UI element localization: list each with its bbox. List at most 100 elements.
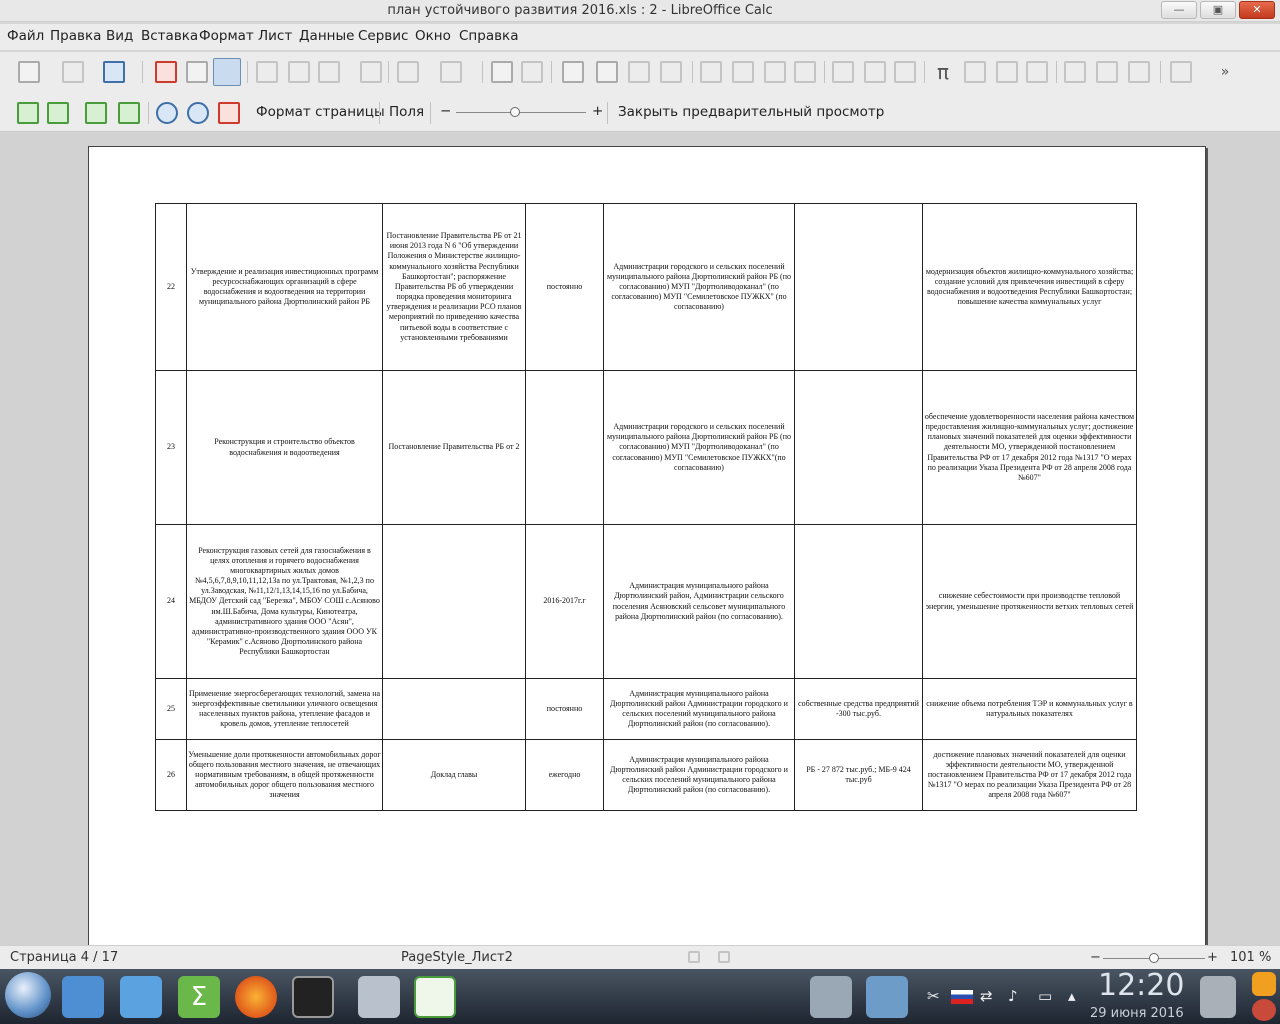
status-zoom-handle[interactable]: [1149, 953, 1159, 963]
new-icon[interactable]: [18, 61, 40, 83]
cell-name: Применение энергосберегающих технологий,…: [186, 678, 383, 740]
status-zoom-plus[interactable]: +: [1207, 950, 1218, 965]
standard-toolbar: π »: [0, 52, 1280, 92]
zoom-out-icon[interactable]: [187, 102, 209, 124]
zoom-slider-handle[interactable]: [509, 107, 520, 117]
cell-funding: РБ - 27 872 тыс.руб.; МБ-9 424 тыс.руб: [794, 739, 923, 811]
display-icon[interactable]: ▭: [1038, 987, 1052, 1005]
text-editor-icon[interactable]: [120, 976, 162, 1018]
templates-icon[interactable]: [62, 61, 84, 83]
image-icon[interactable]: [832, 61, 854, 83]
cell-result: модернизация объектов жилищно-коммунальн…: [922, 203, 1137, 371]
sort-icon[interactable]: [700, 61, 722, 83]
close-preview-button[interactable]: Закрыть предварительный просмотр: [618, 104, 884, 120]
firefox-icon[interactable]: [235, 976, 277, 1018]
status-zoom-minus[interactable]: −: [1090, 950, 1101, 965]
trash-icon[interactable]: [1200, 976, 1236, 1018]
split-icon[interactable]: [1128, 61, 1150, 83]
cell-name: Реконструкция газовых сетей для газоснаб…: [186, 524, 383, 679]
insert-rows-icon[interactable]: [628, 61, 650, 83]
cell-num: 25: [155, 678, 187, 740]
zoom-minus-button[interactable]: −: [440, 103, 451, 119]
settings-icon[interactable]: [810, 976, 852, 1018]
copy-icon[interactable]: [288, 61, 310, 83]
pivot-icon[interactable]: [894, 61, 916, 83]
downloads-icon[interactable]: [866, 976, 908, 1018]
draw-icon[interactable]: [1170, 61, 1192, 83]
margins-button[interactable]: Поля: [389, 104, 424, 120]
minimize-button[interactable]: —: [1161, 1, 1197, 19]
start-menu-icon[interactable]: [5, 972, 51, 1018]
column-icon[interactable]: [596, 61, 618, 83]
insert-columns-icon[interactable]: [660, 61, 682, 83]
clock[interactable]: 12:20: [1098, 968, 1184, 1003]
network-icon[interactable]: ⇄: [980, 987, 993, 1005]
menu-insert[interactable]: Вставка: [141, 28, 198, 44]
menu-help[interactable]: Справка: [459, 28, 518, 44]
terminal-icon[interactable]: [292, 976, 334, 1018]
zoom-slider-track[interactable]: [456, 112, 586, 113]
last-page-icon[interactable]: [118, 102, 140, 124]
paste-icon[interactable]: [318, 61, 340, 83]
volume-icon[interactable]: ♪: [1008, 987, 1018, 1005]
document-modified-icon: [718, 951, 730, 963]
pdf-icon[interactable]: [155, 61, 177, 83]
page-format-button[interactable]: Формат страницы: [256, 104, 385, 120]
menu-edit[interactable]: Правка: [50, 28, 101, 44]
special-char-icon[interactable]: π: [932, 61, 954, 83]
cut-icon[interactable]: [256, 61, 278, 83]
more-icon[interactable]: »: [1214, 61, 1236, 83]
clone-format-icon[interactable]: [360, 61, 382, 83]
arrow-up-icon[interactable]: ▴: [1068, 987, 1076, 1005]
define-print-area-icon[interactable]: [1064, 61, 1086, 83]
menu-format[interactable]: Формат: [199, 28, 254, 44]
notification-icon[interactable]: [1252, 972, 1276, 996]
autofilter-icon[interactable]: [794, 61, 816, 83]
libreoffice-calc-icon[interactable]: [414, 976, 456, 1018]
file-manager-icon[interactable]: [62, 976, 104, 1018]
hyperlink-icon[interactable]: [964, 61, 986, 83]
cell-basis: [382, 678, 526, 740]
headers-icon[interactable]: [1026, 61, 1048, 83]
first-page-icon[interactable]: [85, 102, 107, 124]
zoom-plus-button[interactable]: +: [592, 103, 603, 119]
maximize-button[interactable]: ▣: [1200, 1, 1236, 19]
save-icon[interactable]: [103, 61, 125, 83]
next-page-icon[interactable]: [47, 102, 69, 124]
find-icon[interactable]: [491, 61, 513, 83]
previous-page-icon[interactable]: [17, 102, 39, 124]
menu-data[interactable]: Данные: [299, 28, 354, 44]
power-icon[interactable]: [1252, 999, 1276, 1021]
redo-icon[interactable]: [440, 61, 462, 83]
print-icon[interactable]: [186, 61, 208, 83]
menu-sheet[interactable]: Лист: [258, 28, 292, 44]
menu-window[interactable]: Окно: [415, 28, 451, 44]
cell-term: 2016-2017г.г: [525, 524, 604, 679]
chart-icon[interactable]: [864, 61, 886, 83]
sort-desc-icon[interactable]: [764, 61, 786, 83]
calc-sigma-icon[interactable]: Σ: [178, 976, 220, 1018]
scissors-icon[interactable]: ✂: [927, 987, 940, 1005]
sort-asc-icon[interactable]: [732, 61, 754, 83]
close-button[interactable]: ✕: [1239, 1, 1275, 19]
cell-funding: [794, 370, 923, 525]
undo-icon[interactable]: [397, 61, 419, 83]
full-screen-icon[interactable]: [218, 102, 240, 124]
zoom-in-icon[interactable]: [156, 102, 178, 124]
screenshot-icon[interactable]: [358, 976, 400, 1018]
menu-tools[interactable]: Сервис: [358, 28, 408, 44]
selection-mode-icon[interactable]: [688, 951, 700, 963]
menu-view[interactable]: Вид: [106, 28, 133, 44]
print-preview-icon[interactable]: [213, 58, 241, 86]
spellcheck-icon[interactable]: [521, 61, 543, 83]
menu-file[interactable]: Файл: [7, 28, 44, 44]
ru-flag-icon[interactable]: [951, 990, 973, 1004]
row-icon[interactable]: [562, 61, 584, 83]
window-titlebar: план устойчивого развития 2016.xls : 2 -…: [0, 0, 1280, 22]
comment-icon[interactable]: [996, 61, 1018, 83]
cell-term: [525, 370, 604, 525]
zoom-value[interactable]: 101 %: [1230, 950, 1271, 965]
cell-result: снижение объема потребления ТЭР и коммун…: [922, 678, 1137, 740]
freeze-icon[interactable]: [1096, 61, 1118, 83]
plan-table: 22 Утверждение и реализация инвестиционны…: [155, 203, 1137, 811]
